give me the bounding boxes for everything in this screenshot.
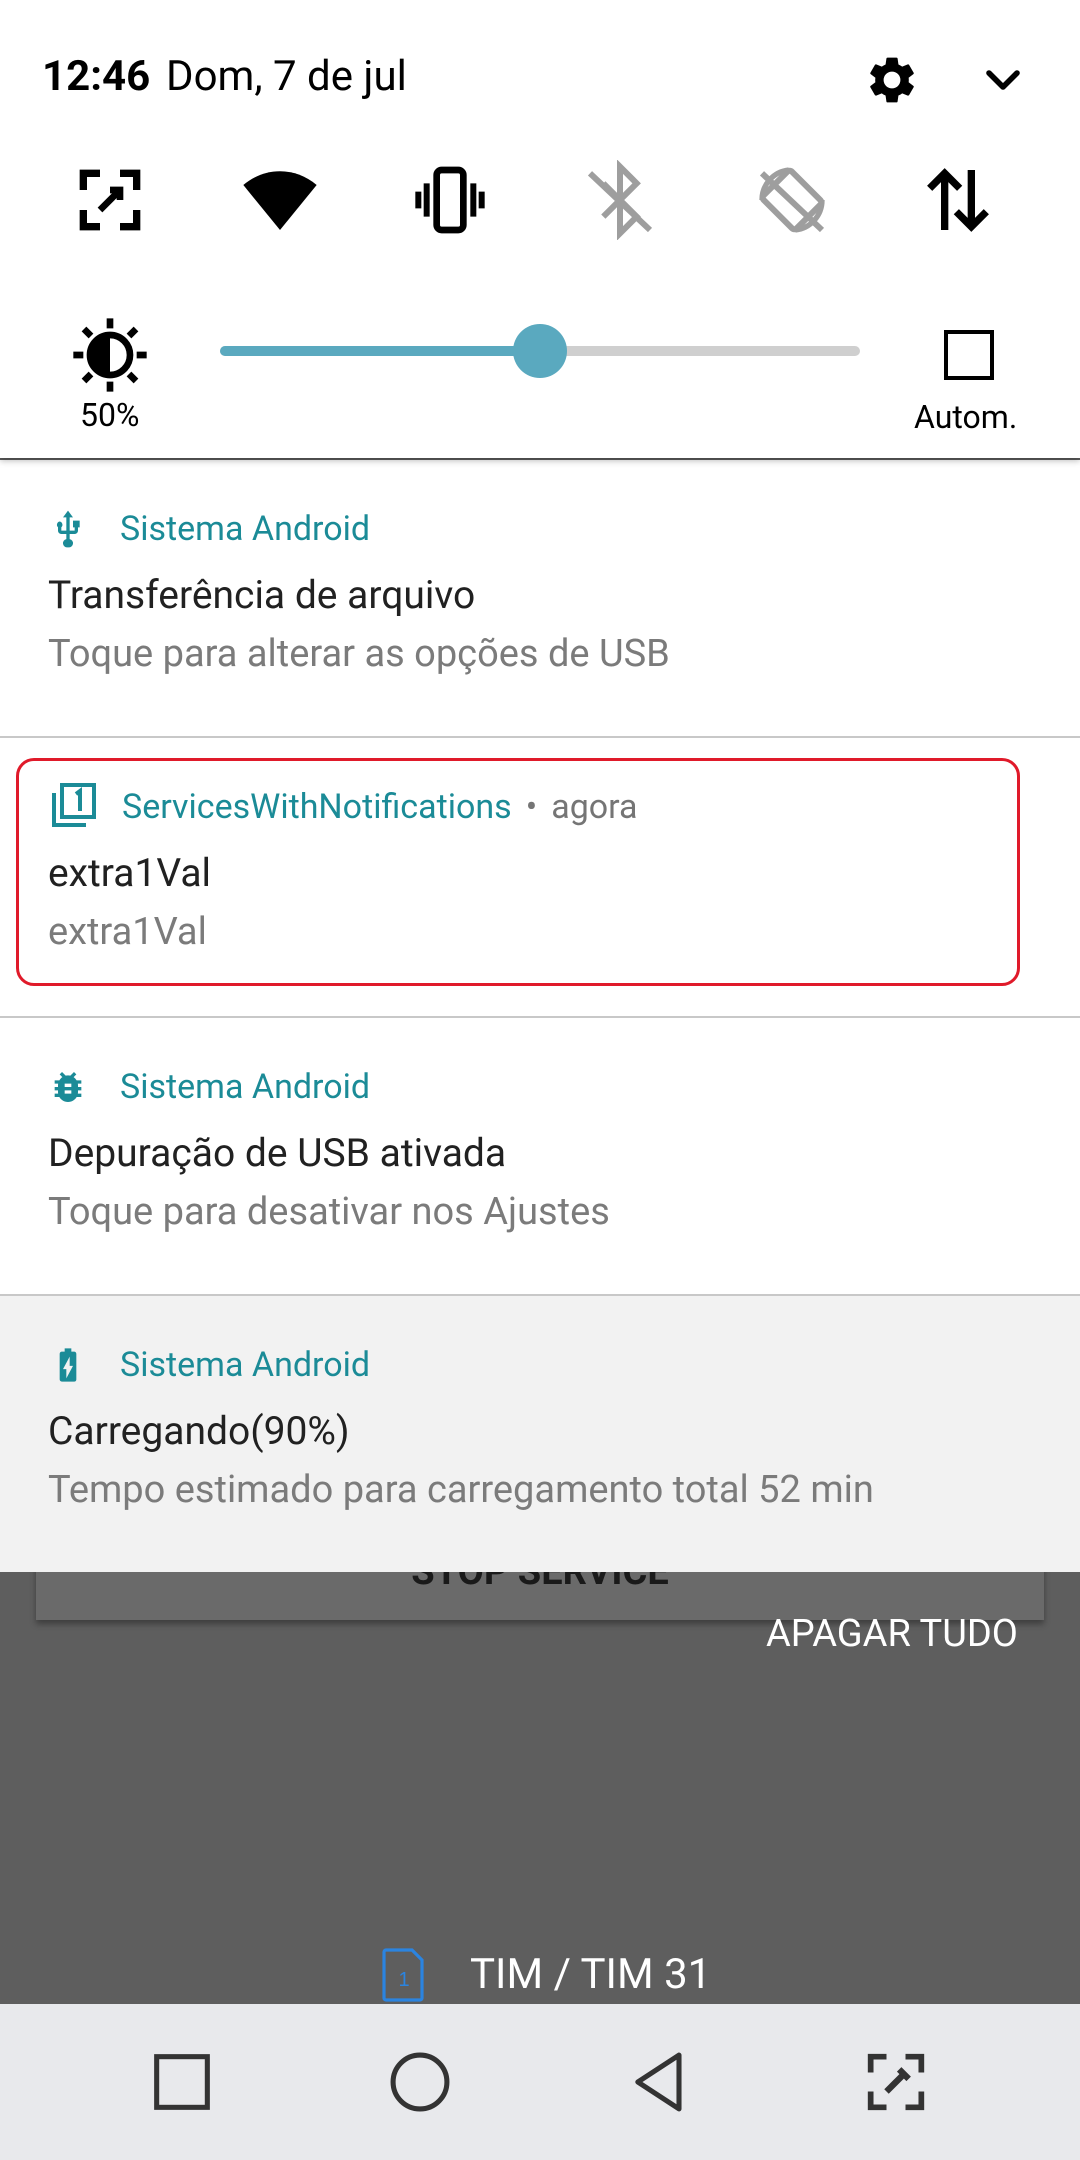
collapse-chevron-icon[interactable] <box>975 52 1031 108</box>
quick-settings-panel: 12:46 Dom, 7 de jul 50% Autom. <box>0 0 1080 458</box>
brightness-icon <box>73 318 147 392</box>
recents-icon[interactable] <box>144 2044 220 2120</box>
status-row: 12:46 Dom, 7 de jul <box>0 0 1080 150</box>
divider <box>0 1294 1080 1296</box>
notification-text: Toque para alterar as opções de USB <box>48 632 670 676</box>
usb-icon <box>56 510 80 548</box>
mobile-data-icon[interactable] <box>918 160 998 240</box>
vibrate-icon[interactable] <box>410 160 490 240</box>
brightness-slider-fill <box>220 346 540 356</box>
divider <box>0 1016 1080 1018</box>
notification-app-name: Sistema Android <box>120 1345 371 1385</box>
notification-usb-transfer[interactable]: Sistema Android Transferência de arquivo… <box>0 460 1080 736</box>
clear-all-button[interactable]: APAGAR TUDO <box>766 1612 1018 1656</box>
settings-gear-icon[interactable] <box>864 52 920 108</box>
notification-charging[interactable]: Sistema Android Carregando(90%) Tempo es… <box>0 1296 1080 1572</box>
brightness-percent: 50% <box>80 396 140 434</box>
bluetooth-off-icon[interactable] <box>580 160 660 240</box>
auto-brightness-label: Autom. <box>914 398 1018 436</box>
rotation-lock-icon[interactable] <box>752 160 832 240</box>
quick-tiles-row <box>0 160 1080 260</box>
notification-text: Toque para desativar nos Ajustes <box>48 1190 610 1234</box>
notification-app-name: Sistema Android <box>120 1067 371 1107</box>
sim-number: 1 <box>398 1969 409 1991</box>
highlight-box <box>16 758 1020 986</box>
sim-card-icon: 1 <box>382 1948 424 2002</box>
notification-text: Tempo estimado para carregamento total 5… <box>48 1468 874 1512</box>
wifi-icon[interactable] <box>240 160 320 240</box>
notification-title: Carregando(90%) <box>48 1408 350 1454</box>
carrier-label: TIM / TIM 31 <box>470 1950 712 1999</box>
screenshot-edit-icon[interactable] <box>858 2044 934 2120</box>
clock: 12:46 <box>42 52 151 101</box>
notification-title: Transferência de arquivo <box>48 572 476 618</box>
back-icon[interactable] <box>622 2044 698 2120</box>
brightness-slider[interactable] <box>220 324 860 378</box>
notification-title: Depuração de USB ativada <box>48 1130 507 1176</box>
home-icon[interactable] <box>382 2044 458 2120</box>
notification-app-name: Sistema Android <box>120 509 371 549</box>
brightness-slider-thumb[interactable] <box>513 324 567 378</box>
notification-usb-debugging[interactable]: Sistema Android Depuração de USB ativada… <box>0 1018 1080 1294</box>
battery-charging-icon <box>59 1348 77 1382</box>
divider <box>0 736 1080 738</box>
bug-icon <box>54 1072 82 1102</box>
auto-brightness-checkbox[interactable] <box>944 330 994 380</box>
date: Dom, 7 de jul <box>166 52 407 101</box>
screenshot-icon[interactable] <box>70 160 150 240</box>
navigation-bar <box>0 2004 1080 2160</box>
carrier-row: 1 TIM / TIM 31 <box>0 1944 1080 2004</box>
